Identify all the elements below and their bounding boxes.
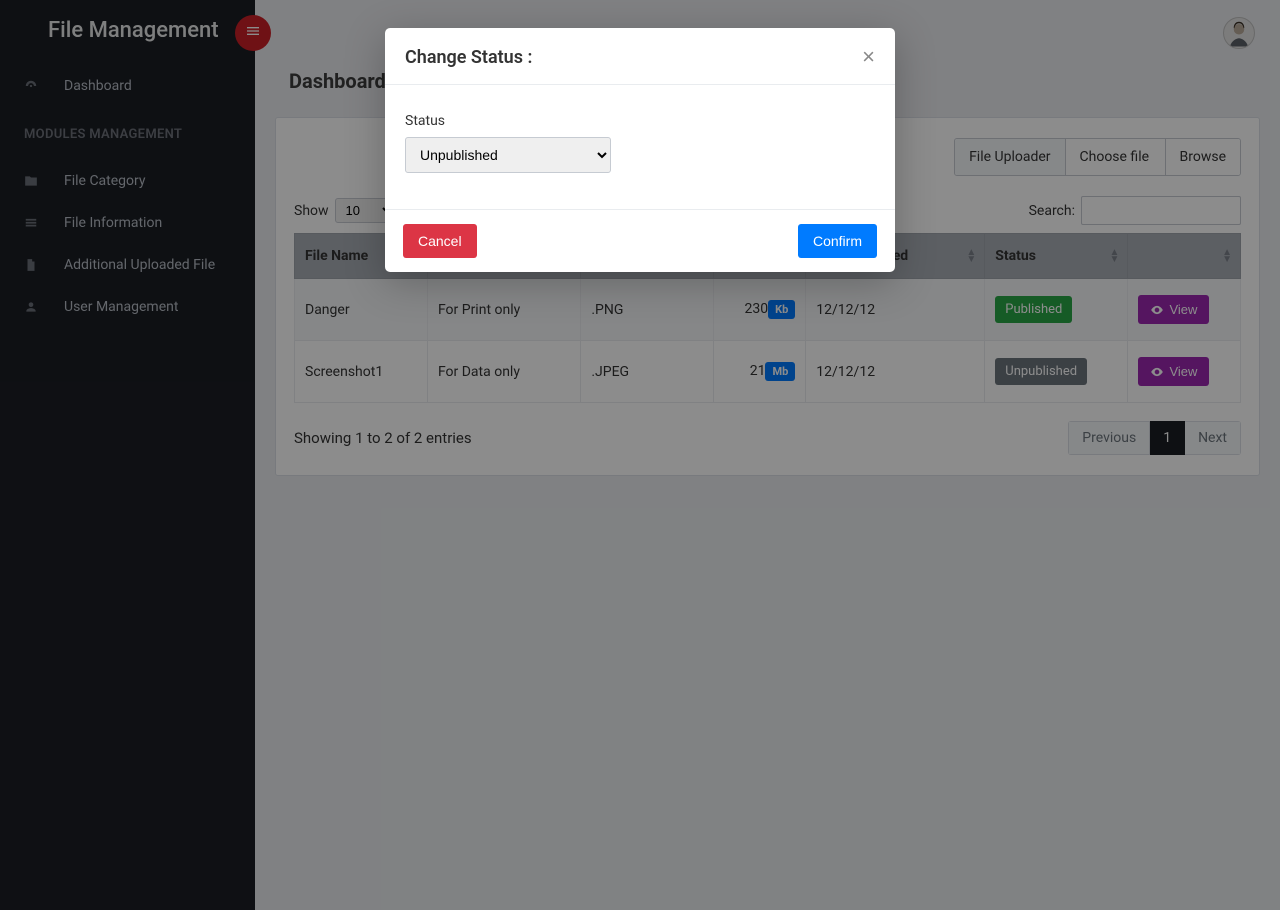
confirm-button[interactable]: Confirm — [798, 224, 877, 258]
modal-title: Change Status : — [405, 47, 532, 68]
modal-close-button[interactable]: × — [862, 46, 875, 68]
modal-overlay[interactable]: Change Status : × Status Unpublished Can… — [0, 0, 1280, 910]
status-select[interactable]: Unpublished — [405, 137, 611, 173]
change-status-modal: Change Status : × Status Unpublished Can… — [385, 28, 895, 272]
cancel-button[interactable]: Cancel — [403, 224, 477, 258]
status-label: Status — [405, 113, 875, 129]
